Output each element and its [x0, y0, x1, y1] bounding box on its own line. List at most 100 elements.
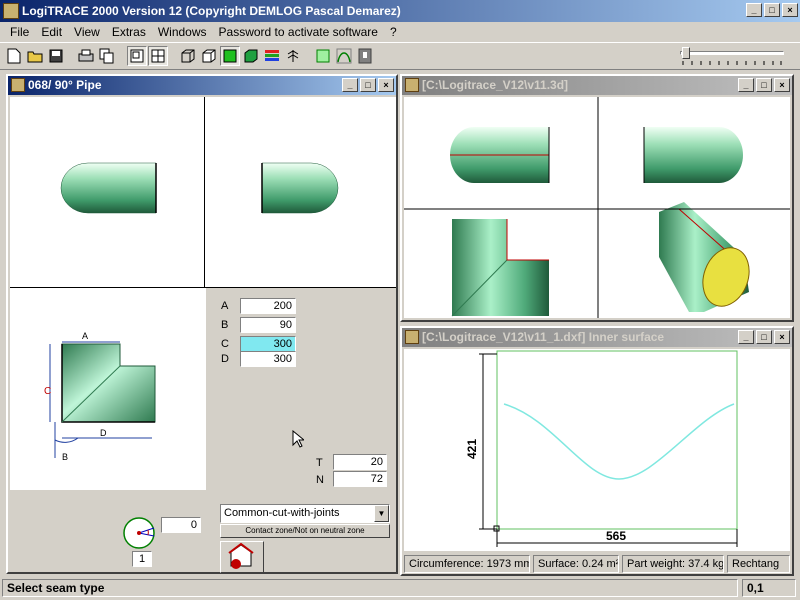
window-icon[interactable]	[405, 330, 419, 344]
seam-type-select-value: Common-cut-with-joints	[224, 507, 340, 519]
toolbar	[0, 42, 800, 70]
four-views-icon[interactable]	[148, 46, 168, 66]
circumference-status: Circumference: 1973 mm	[404, 555, 530, 573]
model-3d-window-title: [C:\Logitrace_V12\v11.3d]	[422, 78, 569, 92]
param-a-input[interactable]: 200	[240, 298, 296, 314]
param-a-label: A	[221, 300, 229, 312]
weight-status: Part weight: 37.4 kg	[622, 555, 724, 573]
window-icon[interactable]	[405, 78, 419, 92]
pipe-window-title: 068/ 90° Pipe	[28, 78, 102, 92]
seam-count-input[interactable]: 1	[132, 551, 152, 567]
menu-view[interactable]: View	[68, 25, 106, 39]
zoom-slider-thumb[interactable]	[682, 47, 690, 59]
status-message: Select seam type	[2, 579, 738, 597]
rainbow-layers-icon[interactable]	[262, 46, 282, 66]
maximize-button[interactable]: □	[360, 78, 376, 92]
minimize-button[interactable]: _	[738, 330, 754, 344]
close-button[interactable]: ×	[782, 3, 798, 17]
calculate-button[interactable]	[220, 541, 264, 573]
menu-password[interactable]: Password to activate software	[213, 25, 384, 39]
side-view-pane[interactable]	[205, 97, 396, 287]
shaded-box-icon[interactable]	[220, 46, 240, 66]
unfolding-drawing	[479, 350, 738, 547]
height-dimension-label: 421	[465, 438, 480, 460]
param-d-input[interactable]: 300	[240, 351, 296, 367]
model-3d-window-title-bar[interactable]: [C:\Logitrace_V12\v11.3d] _ □ ×	[402, 76, 792, 95]
copy-icon[interactable]	[97, 46, 117, 66]
dxf-window-title-bar[interactable]: [C:\Logitrace_V12\v11_1.dxf] Inner surfa…	[402, 328, 792, 347]
pipe-window[interactable]: 068/ 90° Pipe _ □ × A C D B A 200 B 90 C…	[6, 74, 398, 574]
param-c-label: C	[221, 338, 229, 350]
mouse-cursor-icon	[292, 429, 306, 451]
open-folder-icon[interactable]	[25, 46, 45, 66]
house-gear-icon	[228, 542, 254, 569]
close-button[interactable]: ×	[774, 78, 790, 92]
label-b: B	[62, 452, 68, 462]
param-t-label: T	[316, 457, 323, 469]
param-n-label: N	[316, 474, 324, 486]
param-t-input[interactable]: 20	[333, 454, 387, 470]
menu-windows[interactable]: Windows	[152, 25, 213, 39]
shape-status: Rechtang	[727, 555, 790, 573]
label-d: D	[100, 428, 107, 438]
wireframe-box-icon[interactable]	[178, 46, 198, 66]
menu-bar: File Edit View Extras Windows Password t…	[0, 22, 800, 42]
param-b-label: B	[221, 319, 229, 331]
minimize-button[interactable]: _	[738, 78, 754, 92]
pipe-front-view	[60, 162, 157, 214]
status-coords: 0,1	[742, 579, 796, 597]
dxf-window[interactable]: [C:\Logitrace_V12\v11_1.dxf] Inner surfa…	[400, 326, 794, 576]
frame-icon[interactable]	[313, 46, 333, 66]
model-3d-viewport[interactable]	[404, 97, 790, 318]
maximize-button[interactable]: □	[756, 78, 772, 92]
pipe-3d-views	[404, 97, 790, 318]
menu-edit[interactable]: Edit	[35, 25, 68, 39]
curve-icon[interactable]	[334, 46, 354, 66]
param-b-input[interactable]: 90	[240, 317, 296, 333]
menu-help[interactable]: ?	[384, 25, 403, 39]
close-button[interactable]: ×	[378, 78, 394, 92]
single-view-icon[interactable]	[127, 46, 147, 66]
menu-file[interactable]: File	[4, 25, 35, 39]
surface-status: Surface: 0.24 m²	[533, 555, 619, 573]
seam-type-select[interactable]: Common-cut-with-joints ▼	[220, 504, 390, 523]
window-icon[interactable]	[11, 78, 25, 92]
minimize-button[interactable]: _	[746, 3, 762, 17]
app-title-bar[interactable]: LogiTRACE 2000 Version 12 (Copyright DEM…	[0, 0, 800, 22]
maximize-button[interactable]: □	[756, 330, 772, 344]
model-3d-window[interactable]: [C:\Logitrace_V12\v11.3d] _ □ ×	[400, 74, 794, 322]
app-title: LogiTRACE 2000 Version 12 (Copyright DEM…	[22, 4, 401, 18]
param-c-input[interactable]: 300	[240, 336, 296, 352]
box-icon[interactable]	[199, 46, 219, 66]
dimension-diagram-pane: A C D B	[10, 288, 206, 490]
chevron-down-icon[interactable]: ▼	[374, 505, 389, 522]
menu-extras[interactable]: Extras	[106, 25, 152, 39]
solid-box-icon[interactable]	[241, 46, 261, 66]
unfolding-view[interactable]: 421 565	[404, 349, 790, 551]
elbow-dimension-diagram: A C D B	[44, 331, 156, 462]
param-d-label: D	[221, 353, 229, 365]
seam-zone-button-label: Contact zone/Not on neutral zone	[245, 526, 365, 535]
pipe-side-view	[261, 162, 339, 214]
pipe-window-title-bar[interactable]: 068/ 90° Pipe _ □ ×	[8, 76, 396, 95]
label-a: A	[82, 331, 88, 341]
label-c: C	[44, 386, 51, 397]
save-icon[interactable]	[46, 46, 66, 66]
vertical-divider[interactable]	[204, 97, 205, 287]
seam-zone-button[interactable]: Contact zone/Not on neutral zone	[220, 524, 390, 538]
seam-angle-icon[interactable]	[122, 516, 158, 553]
seam-angle-input[interactable]: 0	[161, 517, 201, 533]
param-n-input[interactable]: 72	[333, 471, 387, 487]
front-view-pane[interactable]	[10, 97, 204, 287]
new-file-icon[interactable]	[4, 46, 24, 66]
zoom-slider[interactable]	[680, 47, 784, 65]
app-icon[interactable]	[3, 3, 19, 19]
print-icon[interactable]	[76, 46, 96, 66]
dxf-window-title: [C:\Logitrace_V12\v11_1.dxf] Inner surfa…	[422, 330, 665, 344]
tree-icon[interactable]	[283, 46, 303, 66]
width-dimension-label: 565	[606, 529, 627, 543]
minimize-button[interactable]: _	[342, 78, 358, 92]
maximize-button[interactable]: □	[764, 3, 780, 17]
grey-box-icon[interactable]	[355, 46, 375, 66]
close-button[interactable]: ×	[774, 330, 790, 344]
